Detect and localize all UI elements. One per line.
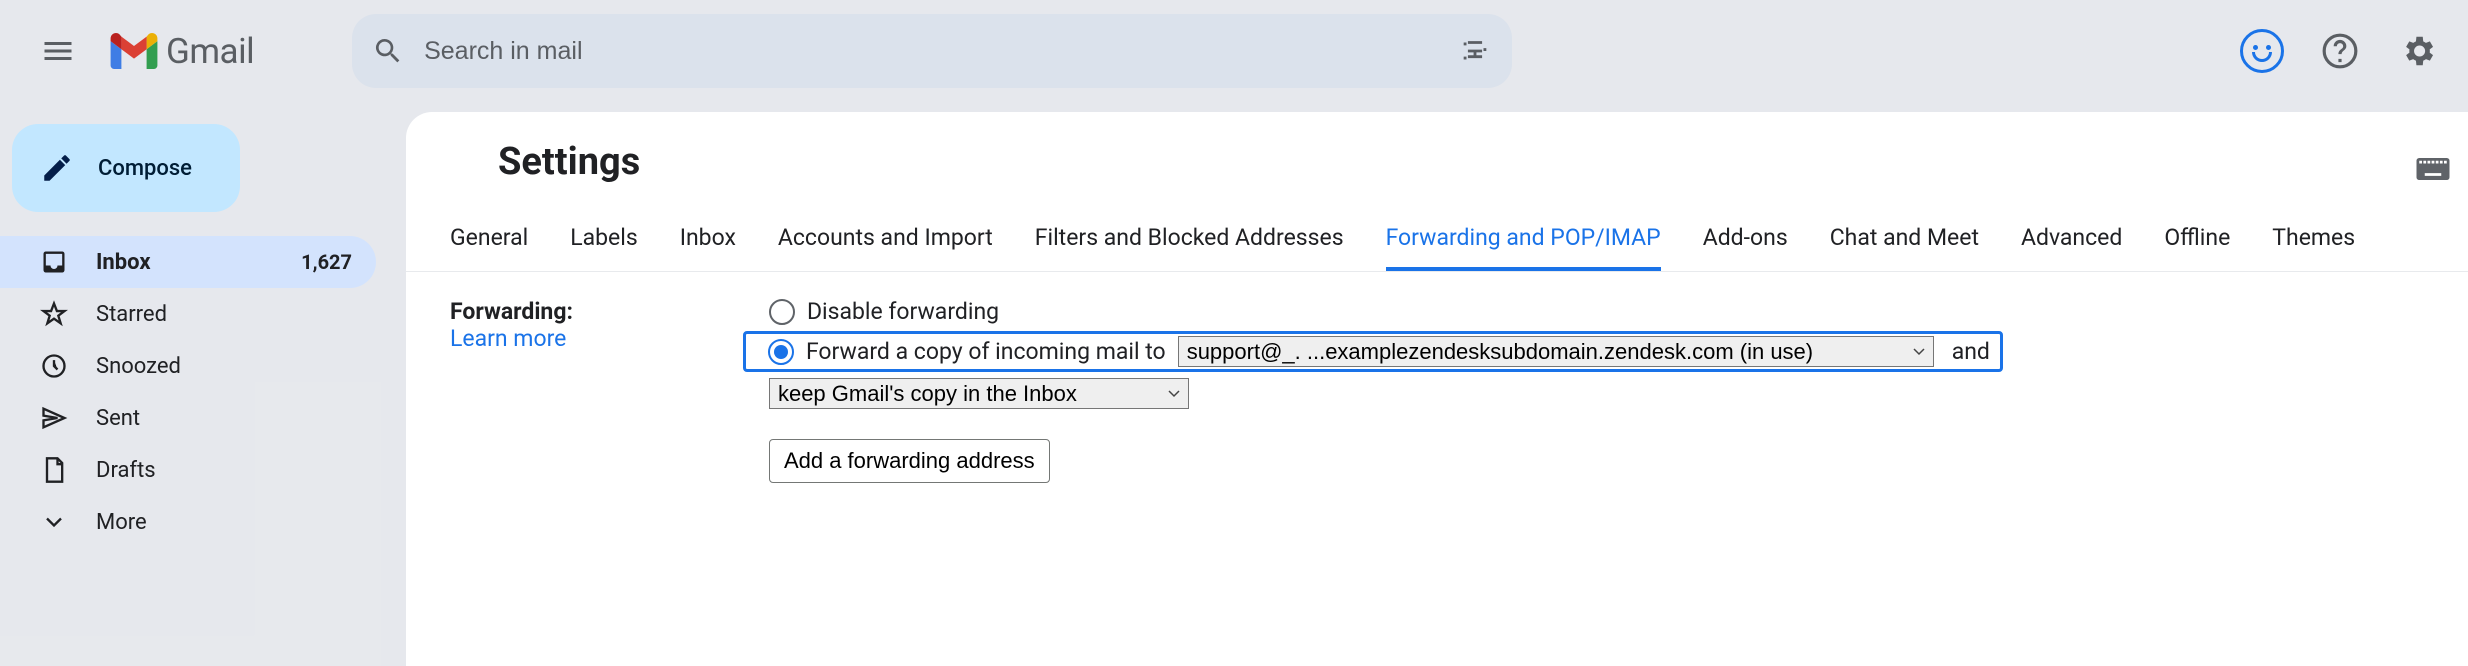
clock-icon bbox=[40, 352, 68, 380]
nav-label: Snoozed bbox=[96, 354, 181, 379]
sidebar-item-snoozed[interactable]: Snoozed bbox=[0, 340, 376, 392]
sent-icon bbox=[40, 404, 68, 432]
star-icon bbox=[40, 300, 68, 328]
tab-offline[interactable]: Offline bbox=[2164, 212, 2230, 271]
and-text: and bbox=[1952, 338, 1990, 365]
nav-label: Inbox bbox=[96, 250, 151, 275]
support-status-button[interactable] bbox=[2238, 27, 2286, 75]
page-title: Settings bbox=[406, 112, 2468, 200]
help-button[interactable] bbox=[2316, 27, 2364, 75]
sidebar-item-more[interactable]: More bbox=[0, 496, 376, 548]
main-panel: Settings General Labels Inbox Accounts a… bbox=[406, 112, 2468, 666]
header: Gmail bbox=[0, 0, 2468, 102]
hamburger-icon bbox=[40, 33, 76, 69]
tab-advanced[interactable]: Advanced bbox=[2021, 212, 2122, 271]
nav-list: Inbox 1,627 Starred Snoozed Sent Drafts … bbox=[0, 236, 400, 548]
forward-address-select[interactable]: support@_. ...examplezendesksubdomain.ze… bbox=[1178, 336, 1934, 367]
tab-accounts[interactable]: Accounts and Import bbox=[778, 212, 993, 271]
tab-general[interactable]: General bbox=[450, 212, 528, 271]
gmail-logo-icon bbox=[110, 33, 158, 69]
sidebar-item-inbox[interactable]: Inbox 1,627 bbox=[0, 236, 376, 288]
main-menu-button[interactable] bbox=[22, 15, 94, 87]
gear-icon bbox=[2399, 32, 2437, 70]
keyboard-icon bbox=[2416, 158, 2450, 180]
nav-label: Drafts bbox=[96, 458, 156, 483]
sidebar-item-sent[interactable]: Sent bbox=[0, 392, 376, 444]
add-forwarding-address-button[interactable]: Add a forwarding address bbox=[769, 439, 1050, 483]
disable-forwarding-label: Disable forwarding bbox=[807, 298, 999, 325]
tab-chat[interactable]: Chat and Meet bbox=[1830, 212, 1979, 271]
inbox-count: 1,627 bbox=[301, 250, 352, 274]
radio-forward[interactable] bbox=[768, 339, 794, 365]
tab-labels[interactable]: Labels bbox=[570, 212, 637, 271]
sidebar: Compose Inbox 1,627 Starred Snoozed Sent… bbox=[0, 124, 400, 548]
compose-button[interactable]: Compose bbox=[12, 124, 240, 212]
settings-body: Forwarding: Learn more Disable forwardin… bbox=[406, 272, 2468, 509]
search-icon bbox=[372, 35, 404, 67]
tab-themes[interactable]: Themes bbox=[2272, 212, 2355, 271]
gmail-wordmark: Gmail bbox=[166, 31, 254, 72]
gmail-logo[interactable]: Gmail bbox=[110, 31, 254, 72]
help-icon bbox=[2321, 32, 2359, 70]
nav-label: Starred bbox=[96, 302, 167, 327]
forward-copy-label: Forward a copy of incoming mail to bbox=[806, 338, 1166, 365]
search-bar[interactable] bbox=[352, 14, 1512, 88]
radio-disable[interactable] bbox=[769, 299, 795, 325]
tab-addons[interactable]: Add-ons bbox=[1703, 212, 1788, 271]
pencil-icon bbox=[40, 151, 74, 185]
file-icon bbox=[40, 456, 68, 484]
search-input[interactable] bbox=[424, 37, 1438, 66]
forwarding-options: Disable forwarding Forward a copy of inc… bbox=[769, 298, 2424, 483]
happy-face-icon bbox=[2240, 29, 2284, 73]
settings-tabs: General Labels Inbox Accounts and Import… bbox=[406, 200, 2468, 272]
learn-more-link[interactable]: Learn more bbox=[450, 325, 573, 352]
compose-label: Compose bbox=[98, 156, 192, 181]
header-icons bbox=[2238, 27, 2442, 75]
settings-button[interactable] bbox=[2394, 27, 2442, 75]
nav-label: More bbox=[96, 510, 147, 535]
sidebar-item-drafts[interactable]: Drafts bbox=[0, 444, 376, 496]
tab-forwarding[interactable]: Forwarding and POP/IMAP bbox=[1386, 212, 1661, 271]
search-options-icon[interactable] bbox=[1458, 34, 1492, 68]
chevron-down-icon bbox=[40, 508, 68, 536]
inbox-icon bbox=[40, 248, 68, 276]
tab-filters[interactable]: Filters and Blocked Addresses bbox=[1035, 212, 1344, 271]
keyboard-button[interactable] bbox=[2416, 158, 2450, 184]
forwarding-section-label: Forwarding: bbox=[450, 298, 573, 325]
sidebar-item-starred[interactable]: Starred bbox=[0, 288, 376, 340]
forward-copy-row[interactable]: Forward a copy of incoming mail to suppo… bbox=[743, 331, 2003, 372]
tab-inbox[interactable]: Inbox bbox=[680, 212, 736, 271]
nav-label: Sent bbox=[96, 406, 140, 431]
gmail-copy-select[interactable]: keep Gmail's copy in the Inbox bbox=[769, 378, 1189, 409]
disable-forwarding-row[interactable]: Disable forwarding bbox=[769, 298, 2424, 325]
